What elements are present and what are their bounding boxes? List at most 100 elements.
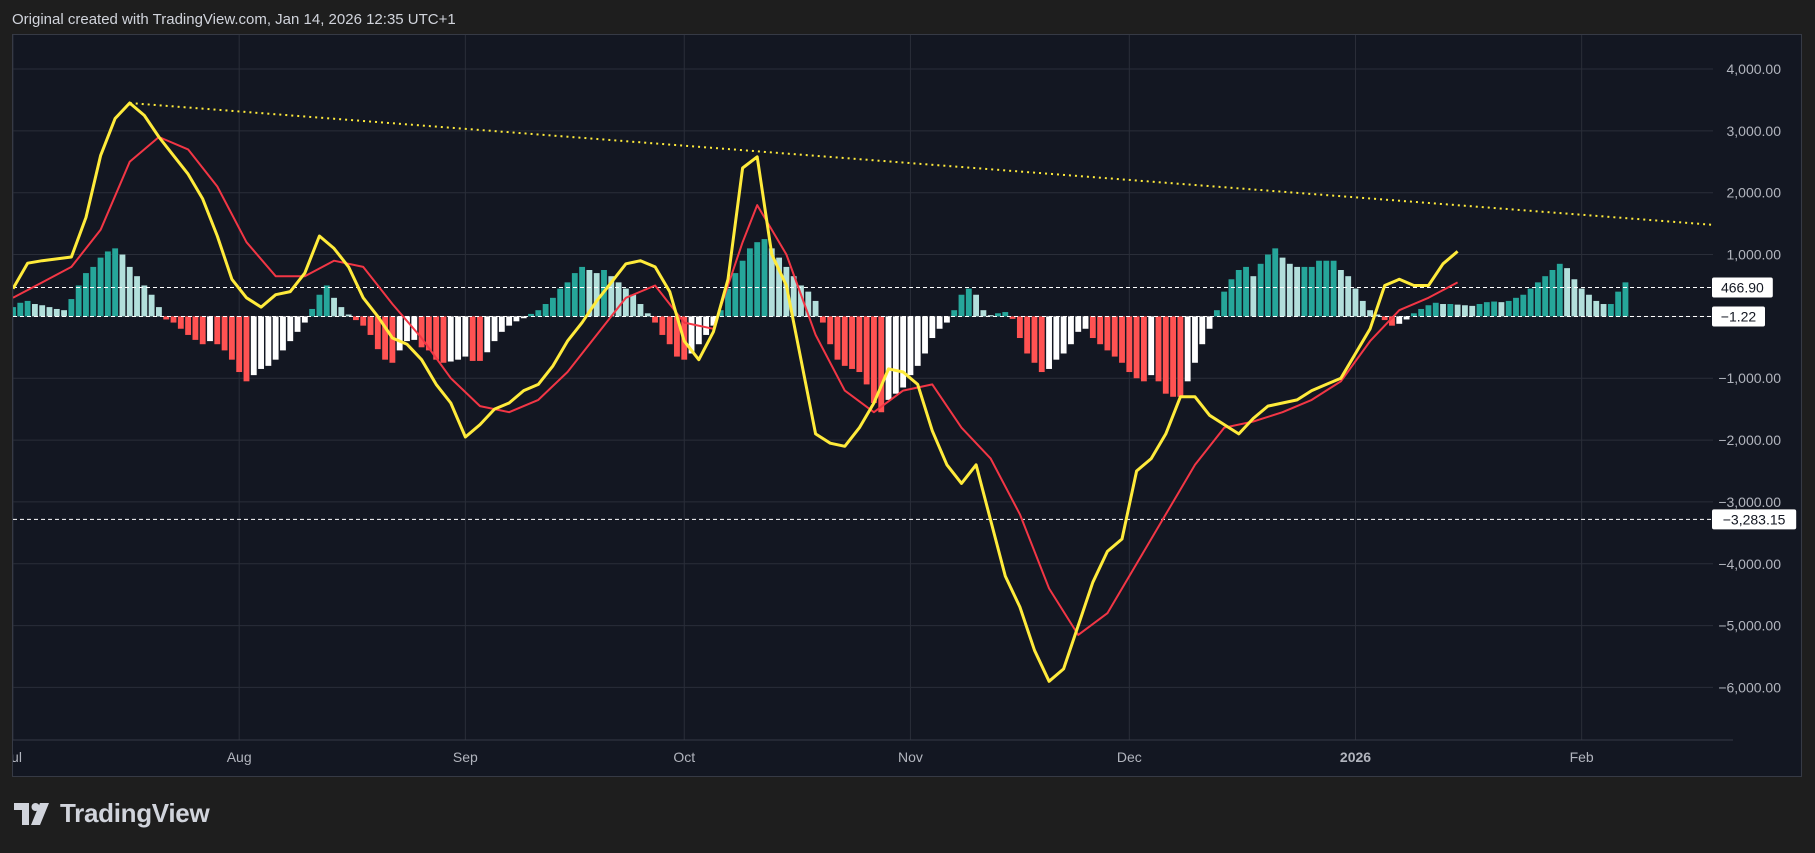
histogram-bar [1221, 291, 1228, 317]
histogram-bar [1476, 304, 1483, 317]
histogram-bar [280, 316, 286, 351]
histogram-bar [13, 307, 16, 317]
histogram-bar [228, 316, 235, 360]
histogram-bar [1469, 305, 1476, 317]
histogram-bar [900, 316, 907, 388]
histogram-bar [440, 316, 447, 363]
histogram-bar [1359, 300, 1366, 317]
y-axis-tick-label: 4,000.00 [1727, 61, 1782, 77]
macd-chart[interactable]: 4,000.00 3,000.00 2,000.00 1,000.00 −1,000.0… [13, 35, 1801, 776]
histogram-bar [549, 297, 556, 317]
histogram-bar [1140, 316, 1147, 382]
price-label: −3,283.15 [1723, 511, 1786, 527]
histogram-bar [1440, 304, 1446, 317]
histogram-bar [535, 310, 542, 317]
histogram-bar [1068, 316, 1074, 345]
histogram-bar [316, 294, 323, 317]
histogram-bar [469, 316, 476, 361]
y-axis-tick-label: 1,000.00 [1727, 247, 1782, 263]
histogram-bar [746, 248, 753, 317]
histogram-bar [141, 285, 148, 317]
histogram-bar [579, 266, 586, 317]
histogram-bar [856, 316, 863, 373]
histogram-bar [83, 273, 89, 317]
histogram-bar [506, 316, 513, 326]
histogram-bar [484, 316, 491, 353]
histogram-bar [46, 307, 53, 317]
histogram-bar [754, 242, 761, 317]
histogram-bar [1265, 254, 1271, 317]
histogram-bar [1286, 263, 1293, 317]
histogram-bar [637, 304, 644, 317]
histogram-bar [433, 316, 440, 360]
histogram-bar [250, 316, 257, 376]
histogram-bar [1213, 310, 1220, 317]
histogram-bar [557, 288, 564, 317]
histogram-bar [1257, 263, 1264, 317]
y-axis-tick-label: −6,000.00 [1718, 679, 1781, 695]
histogram-bar [1104, 316, 1111, 351]
histogram-bar [236, 316, 243, 373]
histogram-bar [1177, 316, 1184, 397]
histogram-bar [1301, 266, 1308, 317]
chart-background [13, 35, 1801, 776]
histogram-bar [39, 305, 46, 317]
histogram-bar [68, 299, 75, 317]
histogram-bar [1337, 270, 1344, 317]
x-axis-tick-label: Nov [898, 749, 923, 765]
x-axis-tick-label: Aug [227, 749, 252, 765]
histogram-bar [112, 248, 119, 317]
histogram-bar [695, 316, 702, 345]
histogram-bar [1272, 248, 1279, 317]
histogram-bar [1323, 260, 1330, 317]
histogram-bar [1571, 279, 1578, 317]
histogram-bar [1046, 316, 1052, 369]
histogram-bar [812, 300, 819, 317]
histogram-bar [1184, 316, 1191, 382]
histogram-bar [75, 285, 82, 317]
histogram-bar [1235, 270, 1242, 317]
histogram-bar [1410, 313, 1417, 317]
histogram-bar [644, 313, 651, 317]
histogram-bar [907, 316, 914, 376]
histogram-bar [622, 288, 629, 317]
histogram-bar [104, 251, 111, 317]
histogram-bar [980, 310, 987, 317]
price-label: −1.22 [1721, 308, 1757, 324]
histogram-bar [659, 316, 666, 335]
histogram-bar [732, 273, 739, 317]
histogram-bar [1082, 316, 1089, 329]
histogram-bar [90, 266, 97, 317]
tradingview-logo-icon [14, 802, 49, 825]
histogram-bar [834, 316, 841, 360]
histogram-bar [630, 294, 637, 317]
x-axis-tick-label: Dec [1117, 749, 1142, 765]
y-axis-tick-label: −5,000.00 [1718, 618, 1781, 634]
histogram-bar [1002, 312, 1009, 317]
histogram-bar [936, 316, 943, 329]
histogram-bar [455, 316, 461, 360]
tradingview-logo[interactable]: TradingView [14, 798, 210, 829]
histogram-bar [571, 273, 578, 317]
histogram-bar [819, 316, 826, 323]
histogram-bar [331, 297, 337, 317]
histogram-bar [958, 294, 965, 317]
histogram-bar [294, 316, 301, 332]
histogram-bar [1060, 316, 1067, 354]
x-axis-tick-label: Sep [453, 749, 478, 765]
y-axis-tick-label: −1,000.00 [1718, 370, 1781, 386]
histogram-bar [1396, 316, 1403, 324]
histogram-bar [61, 310, 67, 317]
x-axis-tick-label: Oct [673, 749, 695, 765]
chart-panel[interactable]: 4,000.00 3,000.00 2,000.00 1,000.00 −1,000.0… [12, 34, 1802, 777]
histogram-bar [192, 316, 199, 340]
histogram-bar [1192, 316, 1198, 363]
histogram-bar [53, 308, 60, 317]
histogram-bar [1111, 316, 1118, 357]
histogram-bar [1432, 302, 1439, 317]
histogram-bar [1024, 316, 1031, 354]
histogram-bar [287, 316, 294, 342]
histogram-bar [1352, 288, 1359, 317]
histogram-bar [1031, 316, 1038, 363]
histogram-bar [1542, 276, 1549, 317]
